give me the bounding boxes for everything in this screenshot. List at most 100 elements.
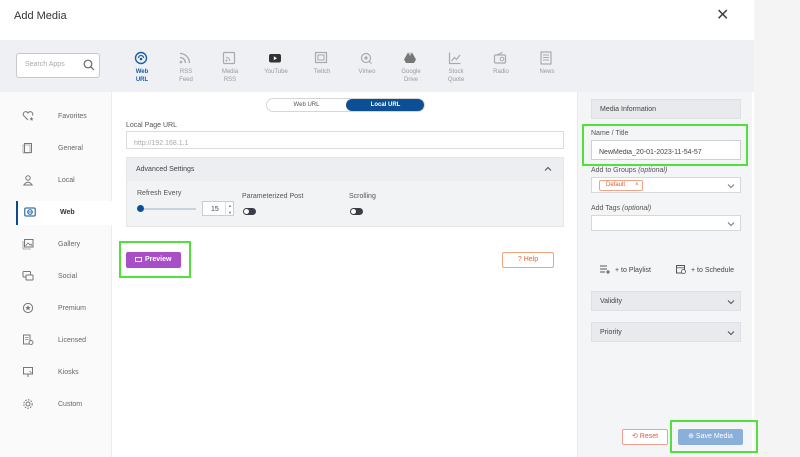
tab-label: Media RSS: [221, 69, 239, 83]
premium-icon: [22, 302, 34, 314]
search-icon[interactable]: [83, 59, 95, 71]
sidebar-item-local[interactable]: Local: [16, 169, 112, 193]
refresh-value: 15: [211, 206, 219, 213]
sidebar-item-premium[interactable]: Premium: [16, 297, 112, 321]
parameterized-post-switch[interactable]: [243, 208, 256, 215]
calendar-icon: [676, 265, 686, 274]
sidebar-item-favorites[interactable]: Favorites: [16, 105, 112, 129]
chevron-down-icon[interactable]: [727, 220, 735, 228]
sidebar-item-web[interactable]: Web: [16, 201, 112, 225]
twitch-icon: [314, 51, 328, 64]
parameterized-post-label: Parameterized Post: [242, 193, 304, 200]
tab-vimeo[interactable]: Vimeo: [345, 40, 389, 92]
advanced-settings-header[interactable]: Advanced Settings: [127, 158, 563, 181]
validity-label: Validity: [600, 298, 623, 305]
close-icon[interactable]: ✕: [716, 8, 729, 24]
sidebar-item-label: Kiosks: [58, 369, 79, 376]
search-box[interactable]: Search Apps: [16, 53, 100, 78]
background-strip: [754, 0, 800, 457]
youtube-icon: [269, 54, 281, 63]
google-drive-icon: [404, 52, 416, 63]
chevron-up-icon[interactable]: [544, 165, 552, 173]
radio-icon: [493, 52, 507, 64]
web-url-icon: [134, 51, 148, 65]
dialog-header: Add Media ✕: [0, 0, 754, 40]
tab-stock-quote[interactable]: Stock Quote: [434, 40, 478, 92]
local-page-url-field[interactable]: [126, 131, 564, 152]
stepper-down-icon[interactable]: ▼: [225, 209, 234, 216]
tags-select[interactable]: [591, 215, 741, 231]
sidebar-item-label: Licensed: [58, 337, 87, 344]
reset-label: Reset: [639, 433, 659, 440]
help-button[interactable]: ? Help: [502, 252, 554, 268]
reset-button[interactable]: ⟲ Reset: [622, 429, 668, 445]
local-page-url-input[interactable]: [127, 135, 563, 152]
kiosk-icon: [23, 367, 33, 377]
sidebar-item-label: Web: [60, 209, 75, 216]
sidebar-item-social[interactable]: Social: [16, 265, 112, 289]
tab-label: News: [539, 69, 555, 75]
add-to-groups-label: Add to Groups (optional): [591, 167, 668, 174]
gallery-icon: [22, 239, 34, 250]
tab-web-url[interactable]: Web URL: [120, 40, 164, 92]
add-to-playlist-label: + to Playlist: [615, 267, 651, 274]
sidebar-item-general[interactable]: General: [16, 137, 112, 161]
highlight-box: [582, 124, 748, 166]
stepper-up-icon[interactable]: ▲: [225, 202, 234, 209]
media-information-title: Media Information: [600, 106, 657, 113]
search-placeholder: Search Apps: [25, 61, 65, 68]
refresh-every-label: Refresh Every: [137, 190, 182, 197]
chat-icon: [22, 271, 34, 281]
tab-google-drive[interactable]: Google Drive: [389, 40, 433, 92]
licensed-icon: [23, 334, 34, 345]
sidebar-item-kiosks[interactable]: Kiosks: [16, 361, 112, 385]
tab-youtube[interactable]: YouTube: [254, 40, 298, 92]
tab-news[interactable]: News: [525, 40, 569, 92]
sidebar-item-label: Favorites: [58, 113, 87, 120]
help-label: Help: [523, 256, 539, 263]
priority-label: Priority: [600, 329, 622, 336]
tab-rss-feed[interactable]: RSS Feed: [164, 40, 208, 92]
chevron-down-icon[interactable]: [727, 182, 735, 190]
tab-label: Google Drive: [401, 69, 421, 83]
advanced-settings-panel: Advanced Settings: [126, 157, 564, 227]
validity-section[interactable]: Validity: [591, 291, 741, 311]
url-type-toggle[interactable]: Web URL Local URL: [266, 98, 425, 112]
remove-chip-icon[interactable]: ×: [635, 181, 639, 190]
sidebar-item-custom[interactable]: Custom: [16, 393, 112, 417]
refresh-stepper[interactable]: 15 ▲ ▼: [202, 201, 234, 216]
tab-radio[interactable]: Radio: [479, 40, 523, 92]
local-url-option[interactable]: Local URL: [346, 99, 424, 111]
tab-label: Stock Quote: [447, 69, 465, 83]
web-url-option[interactable]: Web URL: [267, 99, 346, 111]
chevron-down-icon[interactable]: [727, 329, 735, 337]
local-page-url-label: Local Page URL: [126, 122, 177, 129]
refresh-slider[interactable]: [140, 208, 196, 210]
tab-twitch[interactable]: Twitch: [300, 40, 344, 92]
sidebar-item-label: Local: [58, 177, 75, 184]
sidebar-item-gallery[interactable]: Gallery: [16, 233, 112, 257]
tab-media-rss[interactable]: Media RSS: [208, 40, 252, 92]
priority-section[interactable]: Priority: [591, 322, 741, 342]
chevron-down-icon[interactable]: [727, 298, 735, 306]
preview-button[interactable]: Preview: [126, 252, 181, 268]
help-icon: ?: [517, 256, 522, 263]
tab-label: RSS Feed: [179, 69, 193, 83]
media-information-header: Media Information: [591, 99, 741, 119]
sidebar-item-label: Premium: [58, 305, 87, 312]
sidebar-item-licensed[interactable]: Licensed: [16, 329, 112, 353]
gear-icon: [23, 399, 33, 409]
add-to-playlist-button[interactable]: + to Playlist: [600, 264, 651, 276]
scrolling-switch[interactable]: [350, 208, 363, 215]
tab-label: Vimeo: [358, 69, 376, 75]
vimeo-icon: [360, 52, 372, 64]
web-icon: [24, 207, 36, 217]
tab-label: Twitch: [313, 69, 331, 75]
add-to-schedule-button[interactable]: + to Schedule: [676, 264, 734, 276]
group-chip-default[interactable]: Default ×: [599, 180, 643, 191]
media-rss-icon: [222, 51, 236, 65]
sidebar-item-label: General: [58, 145, 83, 152]
refresh-slider-handle[interactable]: [137, 205, 144, 212]
add-to-schedule-label: + to Schedule: [691, 267, 735, 274]
preview-label: Preview: [145, 256, 172, 263]
